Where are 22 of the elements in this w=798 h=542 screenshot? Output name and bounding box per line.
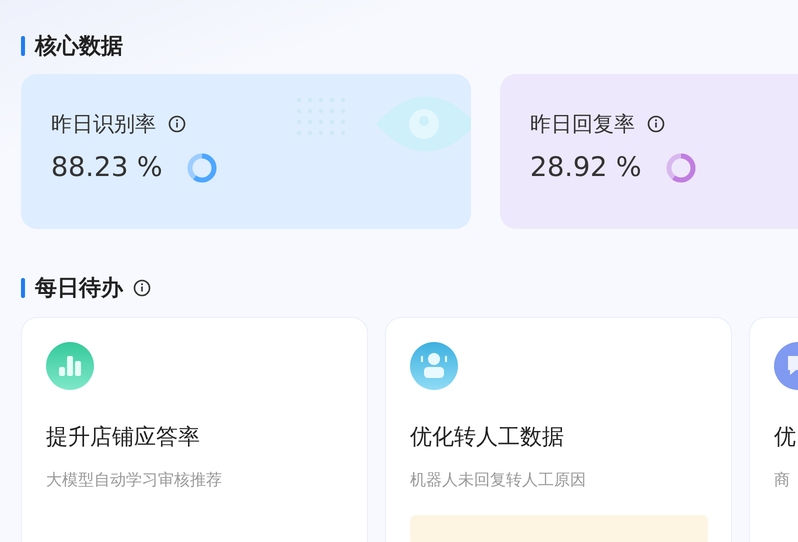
metric-label: 昨日回复率 [530,111,635,138]
accent-bar [21,36,25,56]
accent-bar [21,278,25,298]
info-icon[interactable] [647,115,665,133]
task-title: 优 [774,424,797,452]
task-description: 商 [774,470,791,491]
task-title: 提升店铺应答率 [46,424,201,452]
task-description: 机器人未回复转人工原因 [410,470,587,491]
metric-value: 88.23 % [51,152,163,183]
task-card[interactable]: 优化转人工数据 机器人未回复转人工原因 [385,317,732,542]
info-icon[interactable] [168,115,186,133]
section-title: 核心数据 [35,32,123,61]
task-description: 大模型自动学习审核推荐 [46,470,223,491]
task-title: 优化转人工数据 [410,424,565,452]
metric-value: 28.92 % [530,152,642,183]
person-icon [410,342,458,390]
info-icon[interactable] [133,279,151,297]
task-card[interactable]: 优 商 [749,317,798,542]
bar-chart-icon [46,342,94,390]
task-card[interactable]: 提升店铺应答率 大模型自动学习审核推荐 [21,317,368,542]
metric-label: 昨日识别率 [51,111,156,138]
section-title: 每日待办 [35,275,123,303]
